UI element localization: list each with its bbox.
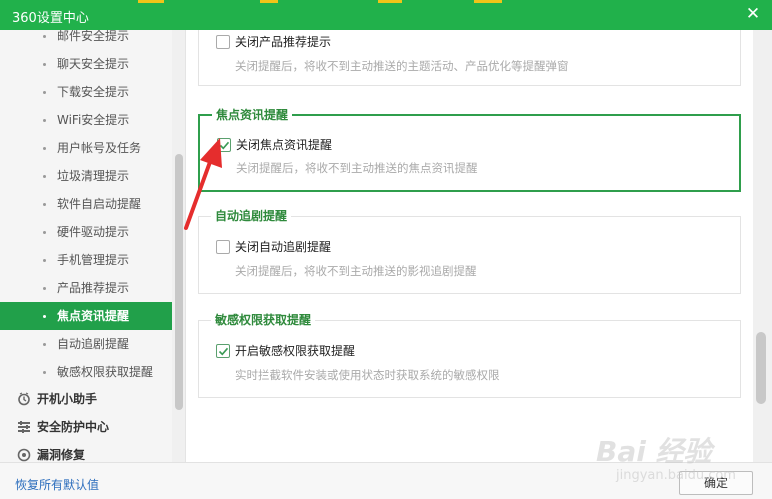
option-close-auto-drama[interactable]: 关闭自动追剧提醒 <box>216 239 331 255</box>
sidebar-item-sensitive-permission[interactable]: 敏感权限获取提醒 <box>0 358 172 386</box>
sidebar-category-vulnerability-repair[interactable]: 漏洞修复 <box>0 441 172 462</box>
option-label: 关闭产品推荐提示 <box>235 35 332 49</box>
group-auto-drama: 自动追剧提醒 关闭自动追剧提醒 关闭提醒后，将收不到主动推送的影视追剧提醒 <box>198 209 741 294</box>
sidebar-item-label: 手机管理提示 <box>57 253 130 267</box>
group-focus-news: 焦点资讯提醒 关闭焦点资讯提醒 关闭提醒后，将收不到主动推送的焦点资讯提醒 <box>198 108 741 192</box>
sidebar-item-auto-drama[interactable]: 自动追剧提醒 <box>0 330 172 358</box>
sidebar-item-label: 焦点资讯提醒 <box>57 309 130 323</box>
bullet-icon <box>43 343 46 346</box>
group-sensitive-permission: 敏感权限获取提醒 开启敏感权限获取提醒 实时拦截软件安装或使用状态时获取系统的敏… <box>198 313 741 398</box>
vulnerability-repair-icon <box>17 448 31 462</box>
bullet-icon <box>43 259 46 262</box>
sidebar-item-chat-safety[interactable]: 聊天安全提示 <box>0 50 172 78</box>
bullet-icon <box>43 371 46 374</box>
option-label: 开启敏感权限获取提醒 <box>235 344 356 358</box>
sidebar-item-label: 聊天安全提示 <box>57 57 130 71</box>
bullet-icon <box>43 35 46 38</box>
window-title: 360设置中心 <box>12 11 89 26</box>
sidebar-category-startup-helper[interactable]: 开机小助手 <box>0 385 172 413</box>
sidebar-item-wifi-safety[interactable]: WiFi安全提示 <box>0 106 172 134</box>
check-icon <box>218 347 229 356</box>
sidebar-item-mail-safety[interactable]: 邮件安全提示 <box>0 30 172 50</box>
startup-helper-icon <box>18 392 30 406</box>
ok-button[interactable]: 确定 <box>679 471 753 495</box>
checkbox-unchecked[interactable] <box>216 35 230 49</box>
option-description: 关闭提醒后，将收不到主动推送的影视追剧提醒 <box>235 264 477 278</box>
option-label: 关闭焦点资讯提醒 <box>236 138 333 152</box>
checkbox-checked[interactable] <box>217 138 231 152</box>
sidebar-item-focus-news[interactable]: 焦点资讯提醒 <box>0 302 172 330</box>
sidebar-item-product-recommend[interactable]: 产品推荐提示 <box>0 274 172 302</box>
bullet-icon <box>43 231 46 234</box>
group-title: 自动追剧提醒 <box>211 209 292 224</box>
title-deco <box>378 0 402 3</box>
sidebar-item-autostart[interactable]: 软件自启动提醒 <box>0 190 172 218</box>
sidebar-category-protection-center[interactable]: 安全防护中心 <box>0 413 172 441</box>
bullet-icon <box>43 287 46 290</box>
restore-defaults-link[interactable]: 恢复所有默认值 <box>15 476 99 493</box>
sidebar-item-label: 产品推荐提示 <box>57 281 130 295</box>
group-title: 焦点资讯提醒 <box>212 108 293 123</box>
title-bar: 360设置中心 ✕ <box>0 0 772 30</box>
content-scrollbar-thumb[interactable] <box>756 332 766 404</box>
sidebar-category-label: 漏洞修复 <box>37 448 86 462</box>
bullet-icon <box>43 147 46 150</box>
sidebar-item-label: 自动追剧提醒 <box>57 337 130 351</box>
option-close-product-recommend[interactable]: 关闭产品推荐提示 <box>216 34 331 50</box>
bullet-icon <box>43 315 46 318</box>
footer-bar: 恢复所有默认值 确定 <box>0 462 772 499</box>
close-icon[interactable]: ✕ <box>744 4 762 24</box>
sidebar-item-label: 邮件安全提示 <box>57 30 130 43</box>
sidebar-item-label: 下载安全提示 <box>57 85 130 99</box>
option-description: 关闭提醒后，将收不到主动推送的焦点资讯提醒 <box>236 161 478 175</box>
sidebar-item-user-account[interactable]: 用户帐号及任务 <box>0 134 172 162</box>
bullet-icon <box>43 91 46 94</box>
option-description: 关闭提醒后，将收不到主动推送的主题活动、产品优化等提醒弹窗 <box>235 59 569 73</box>
sidebar-item-hardware-driver[interactable]: 硬件驱动提示 <box>0 218 172 246</box>
sidebar-item-phone-manage[interactable]: 手机管理提示 <box>0 246 172 274</box>
bullet-icon <box>43 175 46 178</box>
title-deco <box>138 0 164 3</box>
sidebar-category-label: 安全防护中心 <box>37 420 110 434</box>
sidebar-item-label: 软件自启动提醒 <box>57 197 142 211</box>
title-deco <box>474 0 502 3</box>
group-title: 敏感权限获取提醒 <box>211 313 316 328</box>
settings-content: 关闭产品推荐提示 关闭提醒后，将收不到主动推送的主题活动、产品优化等提醒弹窗 焦… <box>187 30 772 462</box>
sidebar-category-label: 开机小助手 <box>37 392 98 406</box>
option-label: 关闭自动追剧提醒 <box>235 240 332 254</box>
sidebar-item-label: 敏感权限获取提醒 <box>57 365 154 379</box>
sidebar-item-label: WiFi安全提示 <box>57 113 130 127</box>
sidebar-item-download-safety[interactable]: 下载安全提示 <box>0 78 172 106</box>
bullet-icon <box>43 203 46 206</box>
sidebar: 邮件安全提示 聊天安全提示 下载安全提示 WiFi安全提示 用户帐号及任务 垃圾… <box>0 30 186 462</box>
option-close-focus-news[interactable]: 关闭焦点资讯提醒 <box>217 137 332 153</box>
option-description: 实时拦截软件安装或使用状态时获取系统的敏感权限 <box>235 368 500 382</box>
sidebar-item-label: 用户帐号及任务 <box>57 141 142 155</box>
protection-center-icon <box>18 421 30 433</box>
group-product-recommend: 关闭产品推荐提示 关闭提醒后，将收不到主动推送的主题活动、产品优化等提醒弹窗 <box>198 30 741 86</box>
bullet-icon <box>43 119 46 122</box>
bullet-icon <box>43 63 46 66</box>
sidebar-item-label: 硬件驱动提示 <box>57 225 130 239</box>
sidebar-scrollbar-thumb[interactable] <box>175 154 183 410</box>
checkbox-checked[interactable] <box>216 344 230 358</box>
checkbox-unchecked[interactable] <box>216 240 230 254</box>
check-icon <box>219 141 230 150</box>
sidebar-item-label: 垃圾清理提示 <box>57 169 130 183</box>
option-enable-sensitive-permission[interactable]: 开启敏感权限获取提醒 <box>216 343 355 359</box>
sidebar-item-junk-cleanup[interactable]: 垃圾清理提示 <box>0 162 172 190</box>
title-deco <box>260 0 278 3</box>
